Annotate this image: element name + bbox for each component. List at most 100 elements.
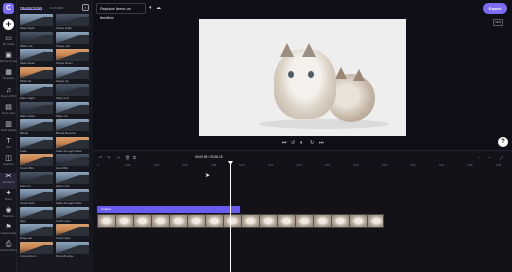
transition-tile[interactable]: Wipe Down [20,101,53,118]
add-media-button[interactable]: + [3,19,14,30]
brand-kit-icon: ◉ [5,207,12,214]
templates-icon: ▦ [5,69,12,77]
rail-item-version-history[interactable]: ⎙ Version history [0,241,17,257]
transition-name: Wipe Left [56,96,69,100]
video-clip[interactable] [97,214,384,228]
pause-icon[interactable]: ⏸ [300,140,303,146]
ruler-tick-label: 0 [97,164,99,167]
transition-tile[interactable]: Swipe Down [56,49,89,65]
project-title-field[interactable]: Replace items on timeline [96,3,146,20]
transition-tile[interactable]: Smooth wipe [56,241,89,258]
transition-thumbnail [56,154,89,166]
transition-tile[interactable]: Hard Blur [56,154,89,170]
delete-icon[interactable]: 🗑 [125,155,130,160]
transition-tile[interactable]: Swipe Left [56,31,89,48]
transition-tile[interactable]: Wipe Right [20,84,53,100]
transition-tile[interactable]: Cross Blur [20,154,53,170]
skip-back-icon[interactable]: ⏮ [282,140,287,146]
skip-forward-icon[interactable]: ⏭ [319,140,324,146]
transition-tile[interactable]: Wipe Left [56,84,89,100]
rail-item-record-create[interactable]: ▣ Record & create [0,52,17,68]
transition-tile[interactable]: Fade through white [56,189,89,205]
transition-tile[interactable]: Swipe Right [56,14,89,30]
video-frame-thumbnail [224,215,242,227]
transition-tile[interactable]: Blinds [20,119,53,135]
transition-tile[interactable]: Zoom Out [56,171,89,188]
close-panel-icon[interactable]: × [82,4,89,11]
aspect-ratio-button[interactable]: 16:9 [493,19,503,26]
fit-icon[interactable]: ⤢ [500,155,503,160]
timeline-ruler[interactable]: 0 0:02 0:04 0:06 0:08 0:10 0:12 0:14 0:16 0:18 0:2… [93,164,512,170]
transition-tile[interactable]: Zoom In [20,171,53,188]
rail-item-label: Graphics [3,163,14,167]
split-icon[interactable]: ✂ [117,155,120,160]
transition-tile[interactable]: Spin [20,206,53,223]
transition-tile[interactable]: Cross Zoom [20,241,53,258]
tab-filters[interactable]: FILTERS [50,6,64,10]
rail-item-my-media[interactable]: ▭ My media [0,35,17,51]
transition-tile[interactable]: Slide Right [20,14,53,30]
rail-item-filters[interactable]: ✦ Filters [0,190,17,206]
rail-item-text[interactable]: T Text [0,138,17,154]
rail-item-stock-images[interactable]: ▥ Stock images [0,121,17,137]
transition-tile[interactable]: Slide Up [20,66,53,83]
ruler-tick-label: 0:06 [182,164,188,167]
video-frame-thumbnail [170,215,188,227]
transition-tile[interactable]: Diagonal [20,224,53,240]
video-frame-thumbnail [296,215,314,227]
logo-icon[interactable]: C [3,3,14,14]
transition-tile[interactable]: Slide Left [20,31,53,48]
transition-tile[interactable]: Slide Down [20,49,53,65]
timeline[interactable]: ↶ ↷ ✂ 🗑 ⧉ − + ⤢ 0 0:02 0:04 0:06 0:08 0:10 0:1… [93,150,512,272]
my-media-icon: ▭ [5,35,12,42]
mouse-cursor-icon: ➤ [205,173,211,179]
transition-name: Spin [20,218,27,223]
ruler-tick-label: 0:08 [211,164,217,167]
rail-item-transitions[interactable]: ✂ Transitions [0,172,17,189]
caption-clip[interactable]: Caption [97,206,240,213]
transition-name: Wipe Down [20,113,36,118]
chevron-down-icon[interactable]: ▾ [149,5,152,11]
duplicate-icon[interactable]: ⧉ [133,155,136,160]
rail-item-graphics[interactable]: ◫ Graphics [0,155,17,171]
transition-tile[interactable]: Cross fade [20,189,53,205]
transition-name: Wipe Up [56,113,68,118]
rail-item-music-sfx[interactable]: ♫ Music & SFX [0,87,17,103]
transition-tile[interactable]: Fade [20,136,53,153]
transition-name: Swipe Down [56,61,73,65]
zoom-in-icon[interactable]: + [488,155,490,160]
transition-tile[interactable]: Blinds Reverse [56,119,89,135]
transition-name: Slide Right [20,26,35,30]
transition-name: Swipe Up [56,78,69,83]
transition-name: Swipe Left [56,43,71,48]
transition-tile[interactable]: Swipe Up [56,66,89,83]
transition-tile[interactable]: Clock wipe [56,224,89,240]
rail-item-templates[interactable]: ▦ Templates [0,69,17,85]
transition-thumbnail [20,241,53,254]
left-rail: C + ▭ My media ▣ Record & create ▦ Templates ♫… [0,0,17,272]
feature-flags-icon: ⚑ [5,224,12,232]
transition-tile[interactable]: Wipe Up [56,101,89,118]
video-frame-thumbnail [98,215,116,227]
kitten-image [274,43,336,119]
rail-item-stock-video[interactable]: ▤ Stock video [0,104,17,120]
help-button[interactable]: ? [498,137,508,147]
preview-shadow [259,119,389,129]
forward-icon[interactable]: ↻ [310,140,314,146]
rail-item-brand-kit[interactable]: ◉ Brand kit [0,207,17,223]
transition-name: Cross Blur [20,166,35,170]
transition-name: Cross Zoom [20,253,37,258]
transition-thumbnail [56,31,89,44]
transition-thumbnail [56,101,89,114]
playhead[interactable] [230,163,231,272]
video-preview[interactable] [199,19,406,136]
transition-tile[interactable]: Circle wipe [56,206,89,223]
video-frame-thumbnail [368,215,383,227]
rewind-icon[interactable]: ↺ [291,140,295,146]
transition-tile[interactable]: Fade through black [56,136,89,153]
redo-icon[interactable]: ↷ [107,155,110,160]
export-button[interactable]: Export [483,3,507,14]
zoom-out-icon[interactable]: − [478,155,480,160]
rail-item-feature-flags[interactable]: ⚑ Feature flags [0,224,17,240]
undo-icon[interactable]: ↶ [99,155,102,160]
